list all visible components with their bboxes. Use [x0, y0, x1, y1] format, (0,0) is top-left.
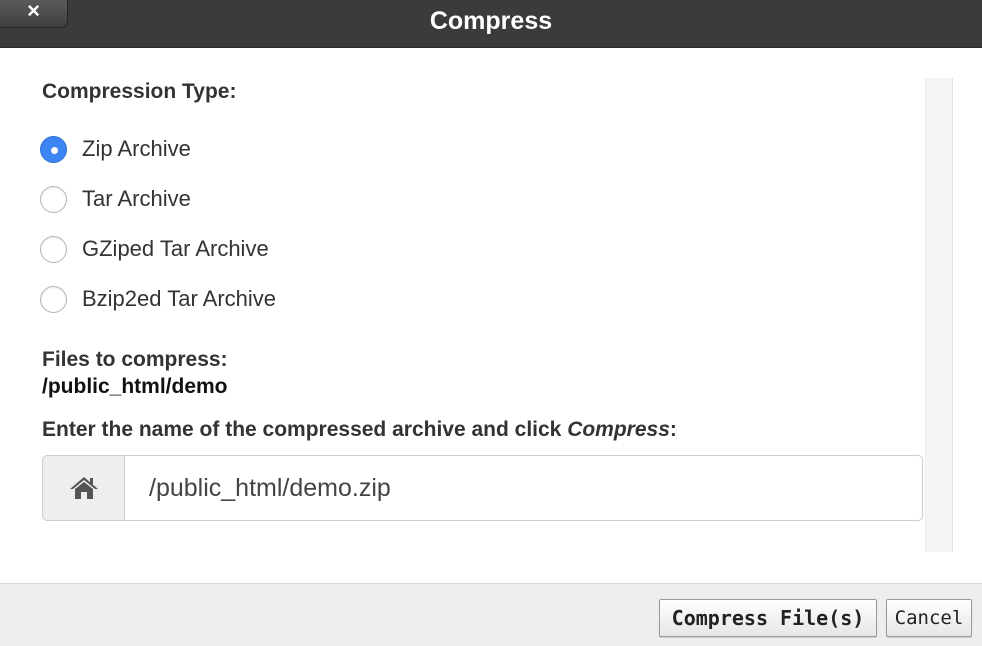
archive-name-group	[42, 455, 923, 521]
cancel-button[interactable]: Cancel	[886, 599, 972, 637]
dialog-title: Compress	[429, 7, 553, 35]
prompt-suffix: :	[669, 418, 677, 441]
archive-name-input[interactable]	[125, 456, 922, 520]
radio-option-zip[interactable]: Zip Archive	[40, 134, 191, 164]
close-icon: ×	[27, 0, 40, 23]
files-to-compress-label: Files to compress:	[42, 348, 228, 371]
dialog-titlebar: × Compress	[0, 0, 982, 48]
compress-files-button[interactable]: Compress File(s)	[659, 599, 877, 637]
radio-button[interactable]	[40, 185, 67, 213]
radio-button[interactable]	[40, 285, 67, 313]
radio-option-gzip-tar[interactable]: GZiped Tar Archive	[40, 234, 269, 264]
radio-option-tar[interactable]: Tar Archive	[40, 184, 191, 214]
scrollbar[interactable]	[925, 78, 953, 552]
radio-label: Bzip2ed Tar Archive	[82, 286, 277, 311]
prompt-emphasis: Compress	[567, 418, 670, 441]
radio-button[interactable]	[40, 235, 67, 263]
dialog-body: Compression Type: Zip Archive Tar Archiv…	[0, 48, 982, 583]
prompt-text: Enter the name of the compressed archive…	[42, 418, 568, 441]
radio-option-bzip2-tar[interactable]: Bzip2ed Tar Archive	[40, 284, 276, 314]
close-button[interactable]: ×	[0, 0, 68, 28]
home-icon	[69, 477, 98, 499]
files-path: /public_html/demo	[42, 375, 228, 398]
radio-label: GZiped Tar Archive	[82, 236, 269, 261]
dialog-footer: Compress File(s) Cancel	[0, 583, 982, 646]
radio-label: Tar Archive	[82, 186, 191, 211]
radio-button[interactable]	[40, 135, 67, 163]
home-addon	[43, 456, 125, 520]
compression-type-label: Compression Type:	[42, 80, 237, 103]
archive-name-prompt: Enter the name of the compressed archive…	[42, 418, 677, 442]
radio-label: Zip Archive	[82, 136, 191, 161]
